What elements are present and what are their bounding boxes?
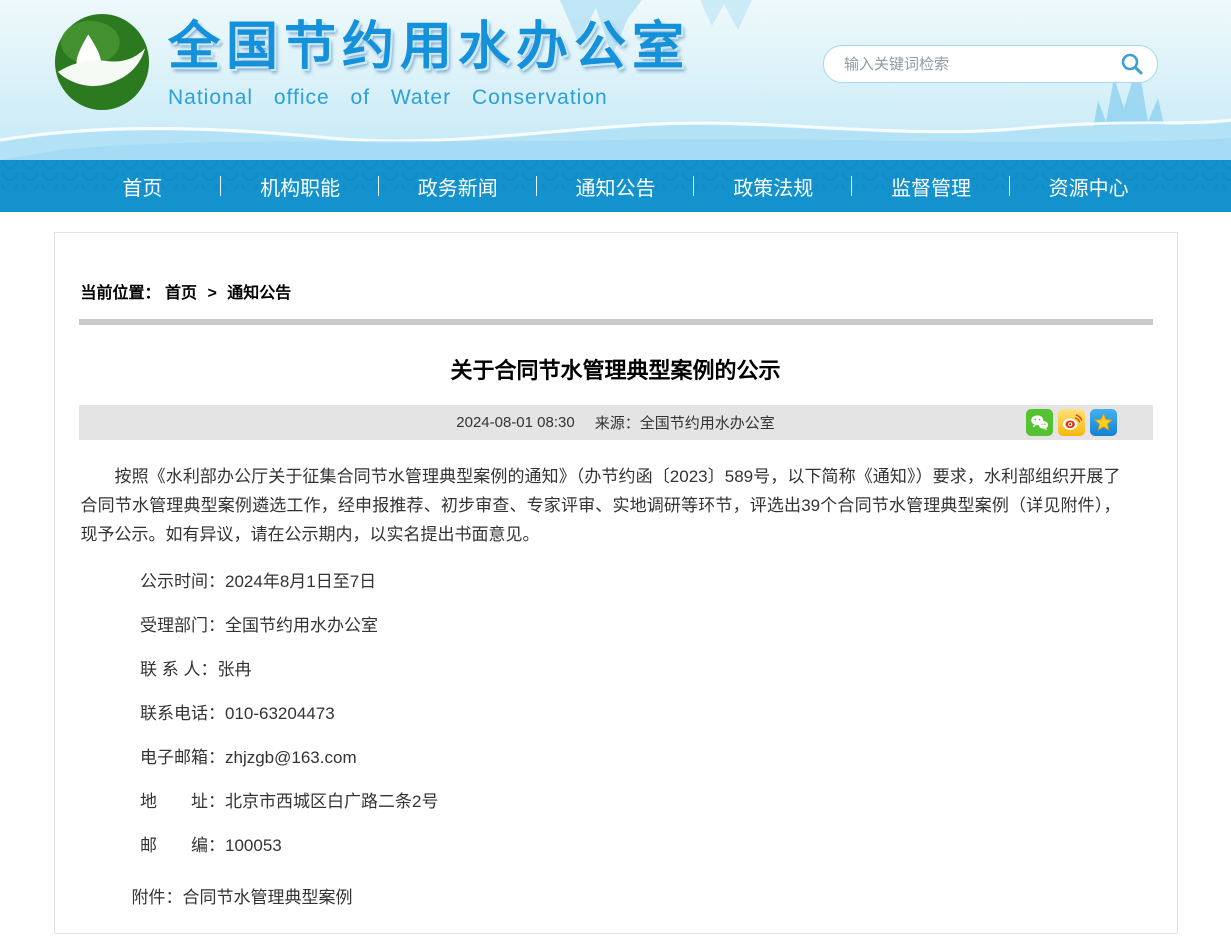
share-buttons [1026, 409, 1117, 436]
wechat-share-button[interactable] [1026, 409, 1053, 436]
breadcrumb-current-link[interactable]: 通知公告 [227, 285, 291, 302]
search-box[interactable] [823, 45, 1158, 83]
publish-time: 2024-08-01 08:30 [456, 414, 574, 431]
nav-item-functions[interactable]: 机构职能 [221, 160, 379, 212]
info-line-contact-person: 联 系 人：张冉 [81, 659, 1121, 681]
nav-item-resources[interactable]: 资源中心 [1010, 160, 1168, 212]
search-input[interactable] [842, 55, 1119, 74]
search-icon [1119, 51, 1145, 77]
info-line-accepting-department: 受理部门：全国节约用水办公室 [81, 615, 1121, 637]
breadcrumb-home-link[interactable]: 首页 [165, 285, 197, 302]
nav-item-supervision[interactable]: 监督管理 [852, 160, 1010, 212]
site-title-block: 全国节约用水办公室 National office of Water Conse… [168, 16, 690, 110]
wechat-icon [1028, 411, 1051, 434]
source-label: 来源： [595, 412, 640, 433]
info-line-phone: 联系电话：010-63204473 [81, 703, 1121, 725]
breadcrumb-label: 当前位置： [81, 285, 161, 302]
nav-inner: 首页 机构职能 政务新闻 通知公告 政策法规 监督管理 资源中心 [64, 160, 1168, 212]
article-meta-bar: 2024-08-01 08:30 来源： 全国节约用水办公室 [79, 405, 1153, 440]
qzone-star-icon [1092, 411, 1115, 434]
info-line-postcode: 邮 编：100053 [81, 835, 1121, 857]
nav-item-news[interactable]: 政务新闻 [379, 160, 537, 212]
info-line-publicity-period: 公示时间：2024年8月1日至7日 [81, 571, 1121, 593]
source-name: 全国节约用水办公室 [640, 412, 775, 433]
attachment-link[interactable]: 附件：合同节水管理典型案例 [81, 887, 1121, 909]
breadcrumb: 当前位置： 首页 > 通知公告 [81, 279, 1151, 303]
weibo-share-button[interactable] [1058, 409, 1085, 436]
weibo-icon [1060, 411, 1083, 434]
content-panel: 当前位置： 首页 > 通知公告 关于合同节水管理典型案例的公示 2024-08-… [54, 232, 1178, 934]
search-button[interactable] [1119, 51, 1145, 77]
main-navigation: 首页 机构职能 政务新闻 通知公告 政策法规 监督管理 资源中心 [0, 160, 1231, 212]
breadcrumb-divider [79, 319, 1153, 325]
info-line-address: 地 址：北京市西城区白广路二条2号 [81, 791, 1121, 813]
qzone-share-button[interactable] [1090, 409, 1117, 436]
site-title-chinese: 全国节约用水办公室 [168, 16, 690, 78]
info-line-email: 电子邮箱：zhjzgb@163.com [81, 747, 1121, 769]
nav-item-home[interactable]: 首页 [64, 160, 222, 212]
site-title-english: National office of Water Conservation [168, 86, 690, 110]
page-main: 当前位置： 首页 > 通知公告 关于合同节水管理典型案例的公示 2024-08-… [0, 232, 1231, 944]
article-paragraph: 按照《水利部办公厅关于征集合同节水管理典型案例的通知》（办节约函〔2023〕58… [81, 462, 1121, 549]
nav-item-policies[interactable]: 政策法规 [694, 160, 852, 212]
article-title: 关于合同节水管理典型案例的公示 [79, 353, 1153, 385]
nav-item-notices[interactable]: 通知公告 [537, 160, 695, 212]
site-header: 全国节约用水办公室 National office of Water Conse… [0, 0, 1231, 160]
breadcrumb-separator: > [207, 285, 216, 302]
site-logo-water-drop-icon [53, 12, 151, 112]
article-body: 按照《水利部办公厅关于征集合同节水管理典型案例的通知》（办节约函〔2023〕58… [81, 462, 1151, 909]
